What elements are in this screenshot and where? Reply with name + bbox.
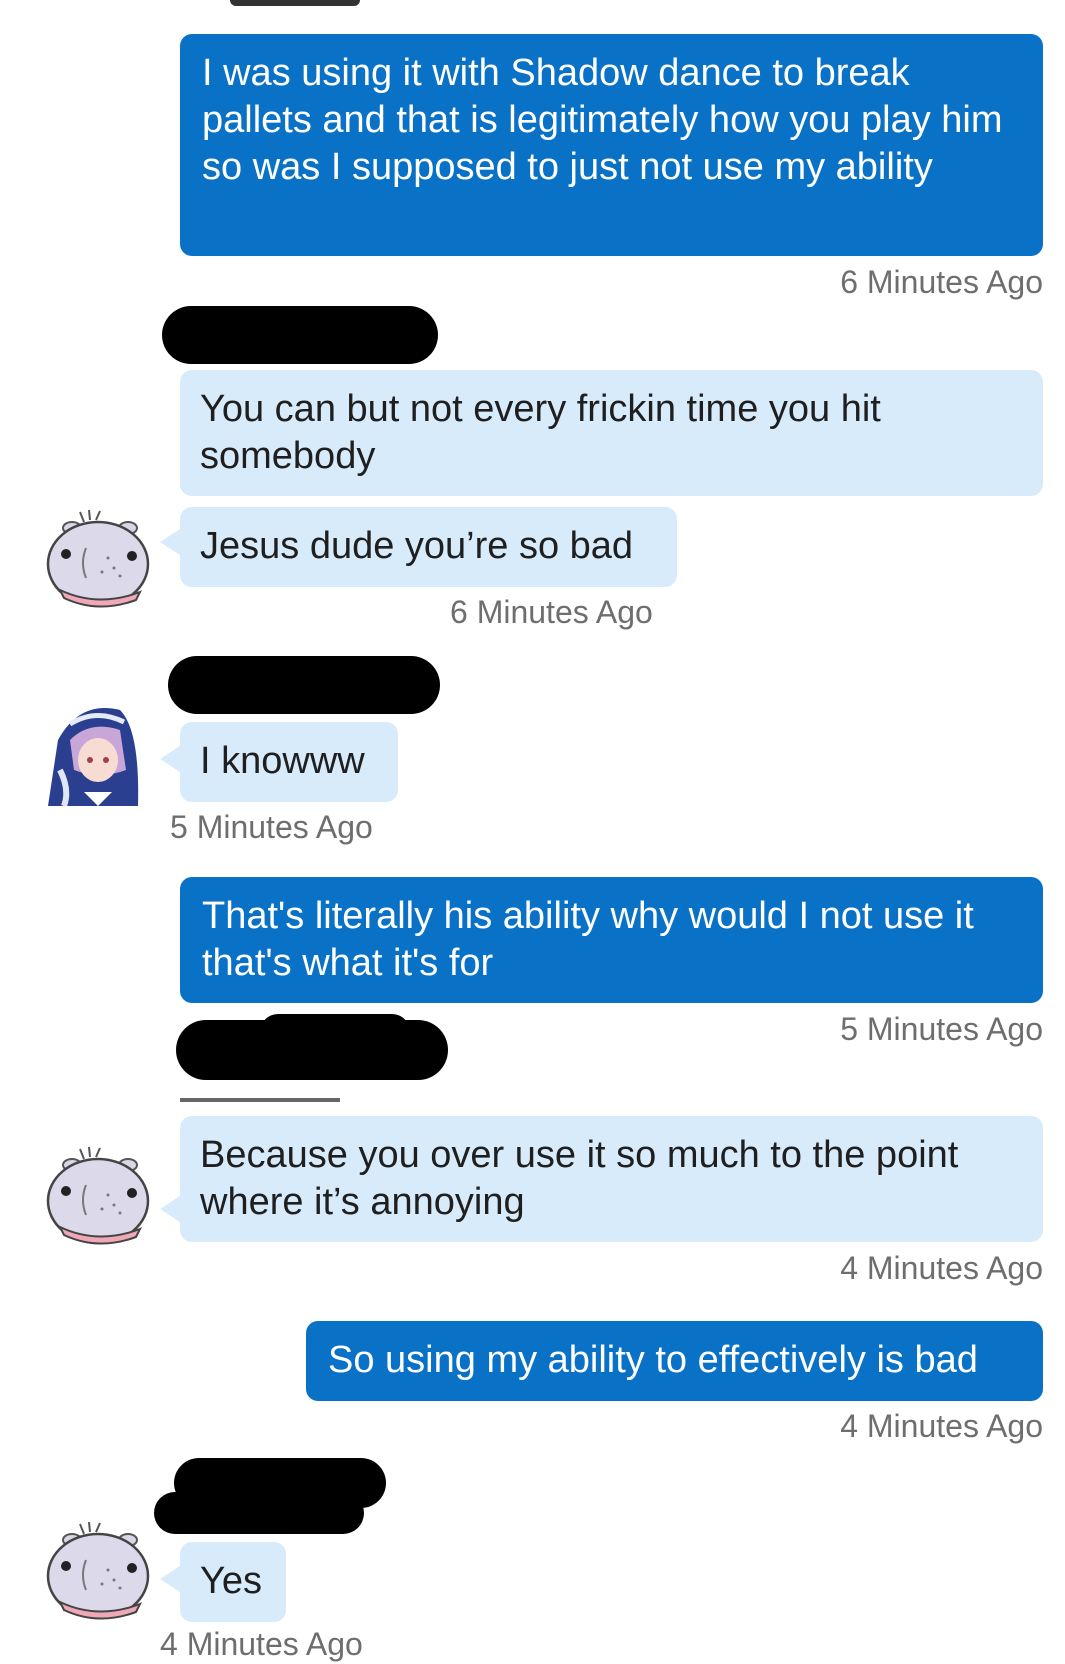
message-bubble-incoming: Jesus dude you’re so bad xyxy=(180,507,677,587)
message-text: I knowww xyxy=(200,740,365,782)
message-bubble-outgoing: That's literally his ability why would I… xyxy=(180,877,1043,1003)
message-text: Because you over use it so much to the p… xyxy=(200,1134,959,1223)
anime-avatar xyxy=(40,700,144,808)
hippo-avatar xyxy=(40,1145,150,1249)
message-bubble-incoming: I knowww xyxy=(180,722,398,802)
message-timestamp: 6 Minutes Ago xyxy=(840,264,1043,300)
message-text: You can but not every frickin time you h… xyxy=(200,388,881,477)
message-bubble-outgoing: I was using it with Shadow dance to brea… xyxy=(180,34,1043,256)
redacted-username xyxy=(168,656,440,714)
message-timestamp: 5 Minutes Ago xyxy=(170,809,373,845)
top-edge-fragment xyxy=(230,0,360,6)
hippo-icon xyxy=(46,1521,150,1620)
redacted-username-overlap xyxy=(260,1014,410,1050)
message-bubble-outgoing: So using my ability to effectively is ba… xyxy=(306,1321,1043,1401)
message-timestamp: 4 Minutes Ago xyxy=(840,1408,1043,1444)
message-bubble-incoming: Because you over use it so much to the p… xyxy=(180,1116,1043,1242)
bubble-tail xyxy=(160,529,180,555)
message-timestamp: 5 Minutes Ago xyxy=(840,1011,1043,1047)
redacted-username xyxy=(162,306,438,364)
hippo-icon xyxy=(46,509,150,608)
message-text: Yes xyxy=(200,1560,262,1602)
bubble-tail xyxy=(160,1196,180,1222)
message-timestamp: 6 Minutes Ago xyxy=(450,594,653,630)
redacted-username-overlap xyxy=(154,1492,364,1534)
anime-nun-icon xyxy=(48,708,139,808)
hippo-avatar xyxy=(40,508,150,612)
hippo-avatar xyxy=(40,1520,150,1624)
redacted-username-underline xyxy=(180,1098,340,1102)
message-text: So using my ability to effectively is ba… xyxy=(328,1339,978,1381)
hippo-icon xyxy=(46,1146,150,1245)
message-text: Jesus dude you’re so bad xyxy=(200,525,634,567)
message-text: That's literally his ability why would I… xyxy=(202,895,974,984)
message-timestamp: 4 Minutes Ago xyxy=(160,1626,363,1662)
message-text: I was using it with Shadow dance to brea… xyxy=(202,52,1003,188)
bubble-tail xyxy=(160,746,180,772)
bubble-tail xyxy=(160,1566,180,1592)
message-bubble-incoming: Yes xyxy=(180,1542,286,1622)
message-timestamp: 4 Minutes Ago xyxy=(840,1250,1043,1286)
message-bubble-incoming: You can but not every frickin time you h… xyxy=(180,370,1043,496)
